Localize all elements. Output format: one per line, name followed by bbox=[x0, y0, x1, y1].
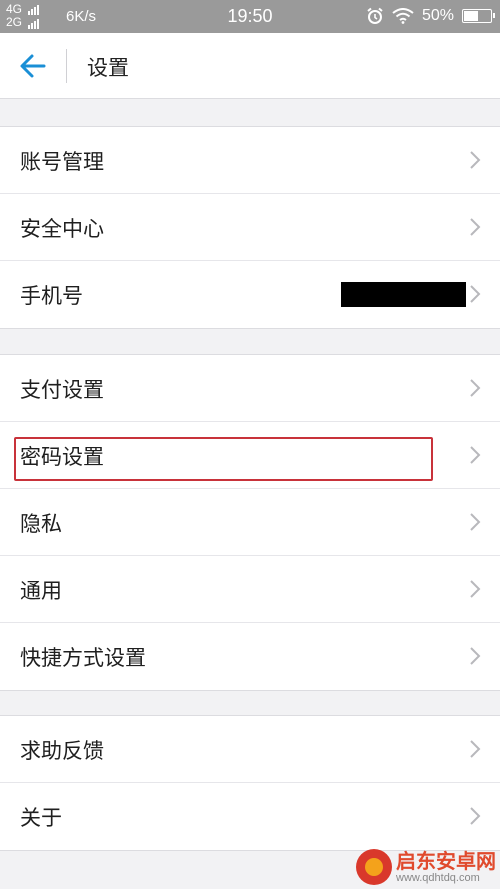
settings-group-help: 求助反馈 关于 bbox=[0, 715, 500, 851]
status-bar: 4G 2G 6K/s 19:50 50% bbox=[0, 0, 500, 33]
settings-item-label: 账号管理 bbox=[20, 150, 104, 174]
settings-item-label: 密码设置 bbox=[20, 445, 104, 469]
settings-item-account-management[interactable]: 账号管理 bbox=[0, 127, 500, 194]
wifi-icon bbox=[392, 8, 414, 24]
watermark-url: www.qdhtdq.com bbox=[396, 871, 480, 884]
watermark: 启东安卓网 www.qdhtdq.com bbox=[356, 849, 496, 885]
settings-item-help-feedback[interactable]: 求助反馈 bbox=[0, 716, 500, 783]
settings-item-security-center[interactable]: 安全中心 bbox=[0, 194, 500, 261]
settings-item-label: 快捷方式设置 bbox=[20, 646, 146, 670]
settings-item-payment[interactable]: 支付设置 bbox=[0, 355, 500, 422]
chevron-right-icon bbox=[470, 218, 481, 236]
app-header: 设置 bbox=[0, 33, 500, 99]
settings-item-general[interactable]: 通用 bbox=[0, 556, 500, 623]
settings-item-label: 安全中心 bbox=[20, 217, 104, 241]
chevron-right-icon bbox=[470, 740, 481, 758]
back-arrow-icon[interactable] bbox=[18, 52, 48, 80]
chevron-right-icon bbox=[470, 580, 481, 598]
chevron-right-icon bbox=[470, 807, 481, 825]
battery-icon bbox=[462, 9, 495, 23]
chevron-right-icon bbox=[470, 513, 481, 531]
settings-item-about[interactable]: 关于 bbox=[0, 783, 500, 850]
settings-item-label: 支付设置 bbox=[20, 378, 104, 402]
header-divider bbox=[66, 49, 67, 83]
status-icons: 50% bbox=[366, 7, 495, 25]
alarm-icon bbox=[367, 7, 383, 24]
settings-item-label: 手机号 bbox=[20, 284, 83, 308]
settings-item-label: 求助反馈 bbox=[20, 739, 104, 763]
settings-item-label: 关于 bbox=[20, 806, 62, 830]
chevron-right-icon bbox=[470, 379, 481, 397]
settings-group-account: 账号管理 安全中心 手机号 bbox=[0, 126, 500, 329]
chevron-right-icon bbox=[470, 151, 481, 169]
settings-item-privacy[interactable]: 隐私 bbox=[0, 489, 500, 556]
battery-percent: 50% bbox=[421, 7, 454, 24]
watermark-name: 启东安卓网 bbox=[396, 848, 496, 873]
chevron-right-icon bbox=[470, 285, 481, 303]
watermark-logo-icon bbox=[356, 849, 392, 885]
page-title: 设置 bbox=[87, 56, 129, 80]
settings-item-password[interactable]: 密码设置 bbox=[0, 422, 500, 489]
phone-number-redacted bbox=[341, 282, 466, 307]
settings-item-label: 通用 bbox=[20, 579, 62, 603]
chevron-right-icon bbox=[470, 446, 481, 464]
settings-item-label: 隐私 bbox=[20, 512, 62, 536]
settings-item-phone-number[interactable]: 手机号 bbox=[0, 261, 500, 328]
chevron-right-icon bbox=[470, 647, 481, 665]
settings-group-general: 支付设置 密码设置 隐私 通用 快捷方式设置 bbox=[0, 354, 500, 691]
settings-item-shortcuts[interactable]: 快捷方式设置 bbox=[0, 623, 500, 690]
